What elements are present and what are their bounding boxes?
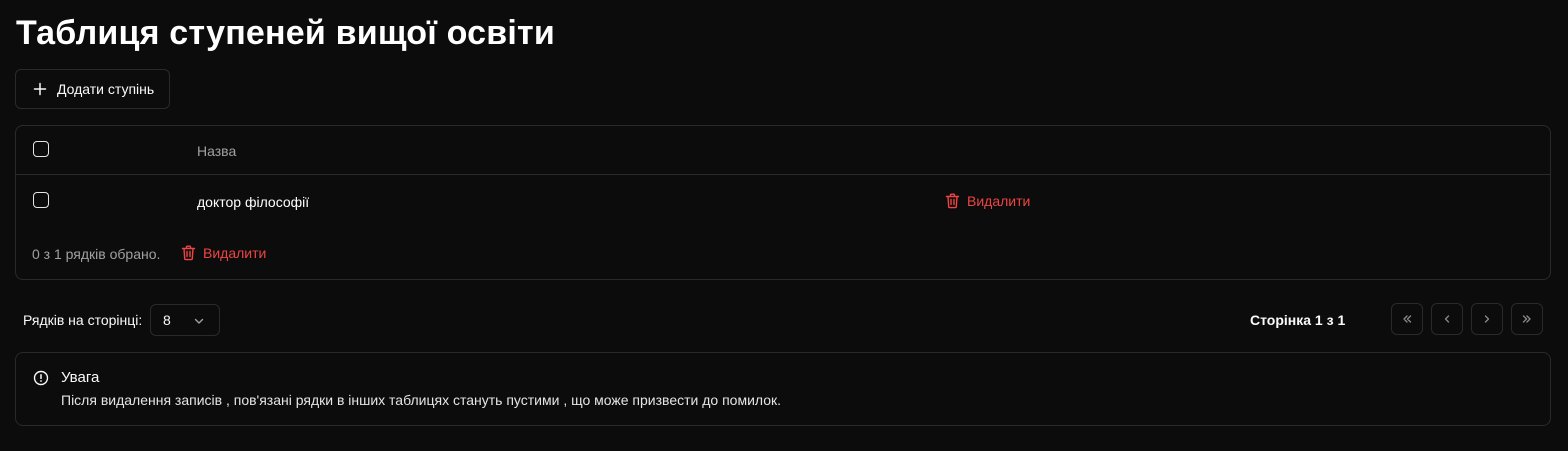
row-name-cell: доктор філософії [197, 194, 310, 210]
page-title: Таблиця ступеней вищої освіти [16, 14, 555, 52]
bulk-delete-button[interactable]: Видалити [181, 245, 266, 261]
bulk-delete-label: Видалити [203, 245, 267, 261]
rows-per-page-value: 8 [163, 312, 171, 328]
previous-page-button[interactable] [1431, 303, 1463, 335]
selected-count: 0 з 1 рядків обрано. [32, 246, 161, 262]
select-all-checkbox[interactable] [33, 141, 49, 157]
chevron-left-icon [1444, 315, 1450, 323]
chevron-right-icon [1484, 315, 1490, 323]
alert-circle-icon [33, 370, 49, 386]
add-degree-label: Додати ступінь [57, 81, 155, 97]
plus-icon [33, 82, 47, 96]
row-delete-label: Видалити [967, 193, 1031, 209]
chevrons-right-icon [1522, 315, 1531, 323]
row-checkbox[interactable] [33, 192, 49, 208]
column-header-name: Назва [197, 143, 237, 159]
row-delete-button[interactable]: Видалити [945, 193, 1030, 209]
table-header: Назва [16, 126, 1550, 175]
first-page-button[interactable] [1391, 303, 1423, 335]
alert-title: Увага [61, 369, 100, 386]
trash-icon [945, 193, 960, 209]
rows-per-page-select[interactable]: 8 [150, 304, 220, 336]
trash-icon [181, 245, 196, 261]
page-indicator: Сторінка 1 з 1 [1250, 312, 1346, 328]
chevron-down-icon [194, 318, 204, 324]
last-page-button[interactable] [1511, 303, 1543, 335]
chevrons-left-icon [1403, 315, 1412, 323]
next-page-button[interactable] [1471, 303, 1503, 335]
rows-per-page-label: Рядків на сторінці: [23, 312, 143, 328]
warning-alert: Увага Після видалення записів , пов'язан… [15, 352, 1551, 426]
degrees-table: Назва доктор філософії Видалити 0 з 1 ря… [15, 125, 1551, 280]
table-footer: 0 з 1 рядків обрано. Видалити [16, 229, 1550, 279]
add-degree-button[interactable]: Додати ступінь [15, 69, 170, 109]
alert-description: Після видалення записів , пов'язані рядк… [61, 392, 782, 408]
table-row: доктор філософії Видалити [16, 176, 1550, 228]
page: Таблиця ступеней вищої освіти Додати сту… [0, 0, 1568, 451]
